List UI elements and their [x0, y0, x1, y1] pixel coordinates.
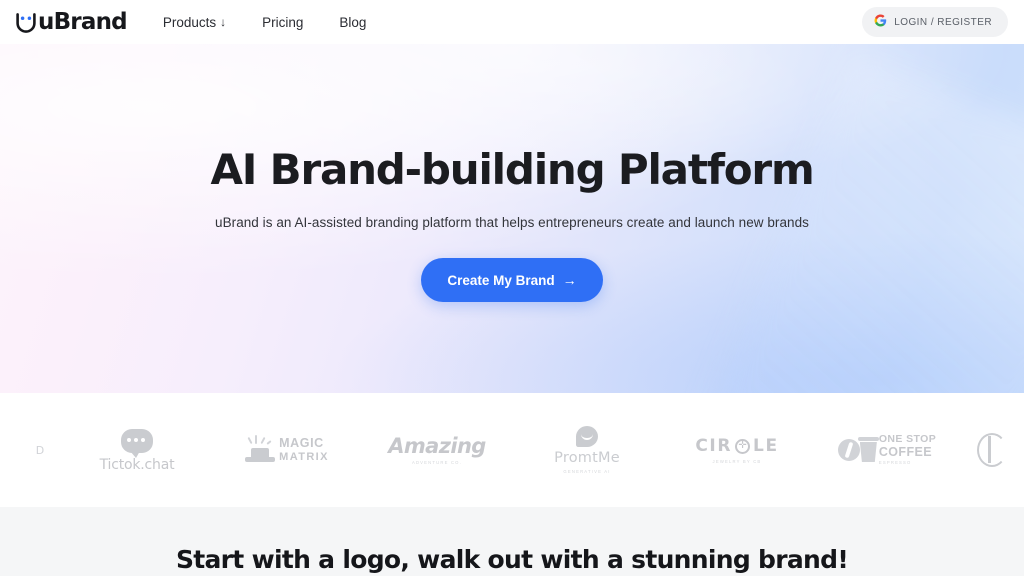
client-logo-amazing-label: Amazing: [388, 433, 486, 458]
client-logo-amazing[interactable]: Amazing Adventure Co.: [362, 422, 512, 478]
client-logo-edge-left[interactable]: D: [18, 422, 62, 478]
ubrand-smiley-u-icon: [14, 10, 38, 34]
bubble-dots-icon: [127, 437, 145, 442]
speech-bubble-icon: [121, 428, 153, 458]
hero-content: AI Brand-building Platform uBrand is an …: [0, 44, 1024, 393]
arrow-right-icon: →: [562, 272, 577, 289]
nav-item-pricing[interactable]: Pricing: [262, 15, 303, 30]
smile-icon: [581, 434, 593, 441]
features-intro-heading: Start with a logo, walk out with a stunn…: [175, 545, 849, 574]
nav-item-blog[interactable]: Blog: [339, 15, 366, 30]
ubrand-logo[interactable]: uBrand: [14, 8, 128, 35]
magic-word-2: MATRIX: [279, 450, 329, 463]
smile-bubble-icon: [576, 426, 598, 448]
ubrand-logo-text: uBrand: [38, 8, 128, 35]
client-logo-promtme-tagline: Generative AI: [563, 468, 611, 474]
coffee-bean-icon: [837, 439, 860, 461]
client-logo-circle-label: CIR ✛ LE: [695, 436, 778, 456]
nav-item-products-label: Products: [162, 14, 217, 30]
nav-item-pricing-label: Pricing: [262, 14, 304, 30]
hero-section: AI Brand-building Platform uBrand is an …: [0, 44, 1024, 393]
client-logo-edge-right[interactable]: [962, 422, 1022, 478]
client-logo-promtme[interactable]: PromtMe Generative AI: [512, 422, 662, 478]
client-logo-tictok-label: Tictok.chat: [99, 456, 175, 473]
client-logo-one-stop-coffee-tagline: Espresso: [878, 460, 912, 466]
create-my-brand-label: Create My Brand: [447, 272, 555, 288]
features-intro-section: Start with a logo, walk out with a stunn…: [0, 507, 1024, 576]
partial-logo-icon: D: [35, 443, 45, 457]
client-logo-magic-matrix[interactable]: MAGIC MATRIX: [212, 422, 362, 478]
circle-word-a: CIR: [695, 436, 733, 456]
login-register-label: LOGIN / REGISTER: [894, 16, 992, 28]
client-logo-magic-matrix-label: MAGIC MATRIX: [279, 437, 329, 463]
client-logo-promtme-label: PromtMe: [554, 450, 620, 467]
coffee-word-2: COFFEE: [878, 444, 932, 459]
hero-subtitle: uBrand is an AI-assisted branding platfo…: [215, 215, 809, 231]
nav-item-products[interactable]: Products ↓: [163, 15, 226, 30]
coffee-cup-icon: [857, 437, 879, 463]
client-logo-circle-tagline: Jewelry by CB: [712, 459, 762, 464]
page-title: AI Brand-building Platform: [210, 145, 814, 194]
coffee-word-1: ONE STOP: [878, 433, 937, 446]
google-g-icon: [874, 14, 887, 30]
nav-links: Products ↓ Pricing Blog: [163, 15, 367, 30]
login-register-button[interactable]: LOGIN / REGISTER: [862, 7, 1008, 37]
client-logo-circle[interactable]: CIR ✛ LE Jewelry by CB: [662, 422, 812, 478]
client-logo-tictok[interactable]: Tictok.chat: [62, 422, 212, 478]
magic-word-1: MAGIC: [279, 436, 324, 451]
client-logo-strip: D Tictok.chat MAGIC MATRIX Amazing ADVEN…: [0, 393, 1024, 507]
circle-plus-icon: ✛: [735, 438, 751, 454]
circle-word-b: LE: [753, 436, 779, 456]
chevron-down-icon: ↓: [220, 15, 227, 29]
magic-hat-icon: [245, 435, 276, 464]
client-logo-one-stop-coffee-label: ONE STOP COFFEE Espresso: [879, 434, 936, 465]
partial-circle-logo-icon: [977, 433, 1007, 467]
client-logo-amazing-tagline: Adventure Co.: [411, 459, 463, 465]
landing-page: uBrand Products ↓ Pricing Blog LOGIN / R…: [0, 0, 1024, 576]
nav-right-actions: LOGIN / REGISTER: [862, 7, 1008, 37]
nav-item-blog-label: Blog: [339, 14, 367, 30]
top-navigation-bar: uBrand Products ↓ Pricing Blog LOGIN / R…: [0, 0, 1024, 44]
client-logo-one-stop-coffee[interactable]: ONE STOP COFFEE Espresso: [812, 422, 962, 478]
create-my-brand-button[interactable]: Create My Brand →: [421, 258, 603, 303]
client-logo-track: D Tictok.chat MAGIC MATRIX Amazing ADVEN…: [0, 422, 1024, 478]
